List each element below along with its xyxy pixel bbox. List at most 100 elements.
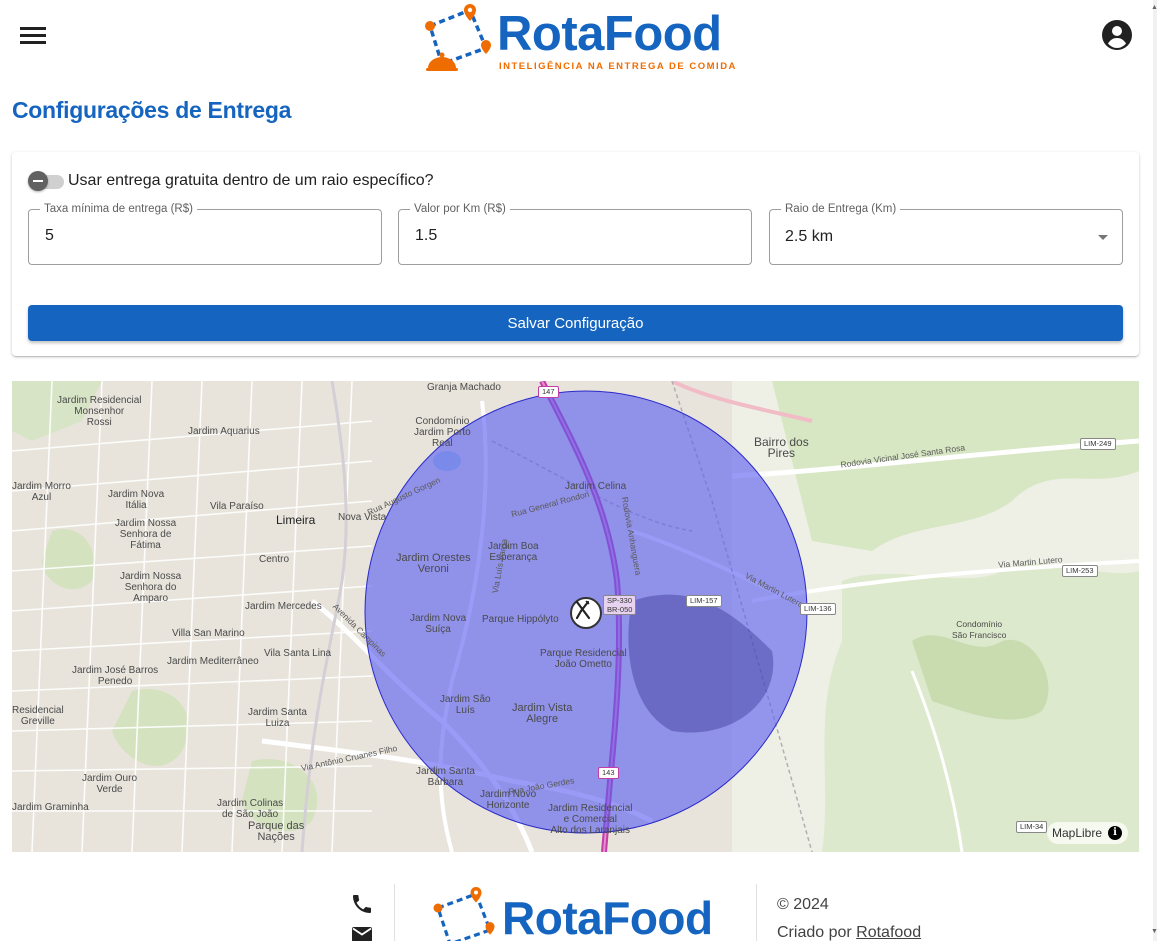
place-label: Jardim Residencial Monsenhor Rossi	[57, 395, 142, 428]
map-route-shield: LIM-34	[1016, 821, 1048, 833]
restaurant-marker[interactable]	[570, 597, 602, 629]
map-label-place: Jardim Nossa Senhora de Fátima	[115, 518, 176, 551]
radius-select[interactable]: Raio de Entrega (Km) 2.5 km	[769, 201, 1123, 265]
map-label-place: Jardim Nossa Senhora do Amparo	[120, 571, 181, 604]
delivery-map[interactable]: Jardim Residencial Monsenhor Rossi Jardi…	[12, 381, 1139, 852]
map-label-place: Jardim Graminha	[12, 802, 89, 813]
shield-label: LIM-157	[690, 596, 718, 605]
email-icon[interactable]	[350, 922, 374, 941]
scroll-down-arrow-icon[interactable]: ▼	[1151, 928, 1157, 936]
map-label-city: Limeira	[276, 513, 316, 527]
phone-icon[interactable]	[350, 892, 374, 916]
map-label-place: Jardim Vista Alegre	[512, 703, 572, 725]
map-label-place: Centro	[259, 554, 289, 565]
vertical-scrollbar[interactable]	[1153, 0, 1157, 941]
min-fee-label: Taxa mínima de entrega (R$)	[40, 201, 197, 217]
footer-credit-prefix: Criado por	[777, 924, 857, 941]
app-header: RotaFood INTELIGÊNCIA NA ENTREGA DE COMI…	[0, 0, 1157, 72]
map-label-place: Condomínio São Francisco	[952, 619, 1006, 641]
route-pin-icon	[425, 4, 491, 71]
map-label-place: Jardim Colinas de São João	[217, 798, 283, 820]
shield-label: BR-050	[607, 605, 633, 614]
map-label-place: Parque das Nações	[248, 821, 304, 843]
footer-divider	[394, 884, 395, 941]
place-label: Jardim Mediterrâneo	[167, 656, 259, 667]
map-route-shield: LIM-136	[800, 603, 836, 615]
place-label: Granja Machado	[427, 382, 501, 393]
attribution-text: MapLibre	[1052, 826, 1103, 840]
min-fee-input[interactable]	[45, 227, 345, 245]
place-label: Jardim José Barros Penedo	[72, 665, 159, 687]
place-label: Jardim Ouro Verde	[82, 773, 138, 795]
map-route-shield: 143	[598, 767, 619, 779]
place-label: Bairro dos Pires	[754, 435, 809, 460]
place-label: Vila Santa Lina	[264, 648, 332, 659]
account-button[interactable]	[1100, 18, 1134, 52]
page-title: Configurações de Entrega	[12, 97, 292, 123]
place-label: Limeira	[276, 513, 316, 527]
brand-name: RotaFood	[497, 7, 722, 61]
shield-label: 147	[542, 387, 555, 396]
map-label-place: Jardim São Luís	[440, 694, 491, 716]
per-km-field[interactable]: Valor por Km (R$)	[398, 201, 752, 265]
map-label-place: Jardim Ouro Verde	[82, 773, 137, 795]
map-label-place: Jardim Celina	[565, 481, 626, 492]
shield-label: SP-330	[607, 596, 633, 605]
place-label: Jardim Vista Alegre	[512, 702, 573, 725]
shield-label: 143	[602, 768, 615, 777]
per-km-input[interactable]	[415, 227, 715, 245]
place-label: Residencial Greville	[12, 705, 64, 727]
min-fee-field[interactable]: Taxa mínima de entrega (R$)	[28, 201, 382, 265]
place-label: Jardim São Luís	[440, 694, 491, 716]
place-label: Jardim Residencial e Comercial Alto dos …	[548, 803, 633, 836]
place-label: Jardim Santa Luiza	[248, 707, 307, 729]
menu-button[interactable]	[16, 18, 50, 52]
free-delivery-toggle-label: Usar entrega gratuita dentro de um raio …	[68, 172, 434, 189]
map-route-shield: SP-330 BR-050	[603, 595, 637, 615]
save-config-button[interactable]: Salvar Configuração	[28, 305, 1123, 341]
footer-brand-name: RotaFood	[502, 892, 713, 941]
place-label: Centro	[259, 554, 290, 565]
place-label: Jardim Nova Suíça	[410, 613, 467, 635]
account-circle-icon	[1102, 20, 1132, 50]
place-label: Condomínio Jardim Porto Real	[414, 416, 471, 449]
place-label: Jardim Colinas de São João	[217, 798, 284, 820]
place-label: Jardim Mercedes	[245, 601, 322, 612]
restaurant-icon	[575, 600, 591, 620]
map-route-shield: LIM-253	[1062, 565, 1098, 577]
footer-brand-logo[interactable]: RotaFood	[432, 886, 732, 941]
scroll-up-arrow-icon[interactable]: ▲	[1151, 4, 1157, 12]
footer-credit: Criado por Rotafood	[777, 924, 921, 941]
radius-label: Raio de Entrega (Km)	[781, 201, 901, 217]
map-label-place: Bairro dos Pires	[754, 435, 809, 460]
footer-credit-link[interactable]: Rotafood	[856, 924, 921, 941]
place-label: Jardim Graminha	[12, 802, 89, 813]
map-label-place: Jardim José Barros Penedo	[72, 665, 158, 687]
map-label-place: Jardim Nova Suíça	[410, 613, 466, 635]
place-label: Villa San Marino	[172, 628, 245, 639]
map-label-place: Jardim Residencial e Comercial Alto dos …	[548, 803, 632, 836]
map-label-place: Nova Vista	[338, 512, 386, 523]
brand-logo[interactable]: RotaFood INTELIGÊNCIA NA ENTREGA DE COMI…	[422, 2, 735, 74]
chevron-down-icon	[1098, 235, 1108, 240]
menu-icon	[20, 27, 46, 44]
map-attribution[interactable]: MapLibre i	[1047, 822, 1129, 844]
place-label: Jardim Nossa Senhora do Amparo	[120, 571, 182, 604]
map-label-place: Jardim Mercedes	[245, 601, 322, 612]
shield-label: LIM-253	[1066, 566, 1094, 575]
map-label-place: Parque Residencial João Ometto	[540, 648, 627, 670]
map-label-place: Jardim Nova Itália	[108, 489, 164, 511]
switch-thumb	[28, 171, 48, 191]
info-icon[interactable]: i	[1108, 826, 1123, 840]
map-route-shield: LIM-157	[686, 595, 722, 607]
map-label-place: Vila Paraíso	[210, 501, 264, 512]
map-label-place: Vila Santa Lina	[264, 648, 331, 659]
map-label-place: Jardim Aquarius	[188, 426, 260, 437]
map-label-place: Jardim Santa Luiza	[248, 707, 307, 729]
place-label: Jardim Nova Itália	[108, 489, 165, 511]
place-label: Condomínio São Francisco	[952, 619, 1007, 640]
shield-label: LIM-136	[804, 604, 832, 613]
delivery-settings-card: Usar entrega gratuita dentro de um raio …	[12, 152, 1139, 356]
free-delivery-switch[interactable]	[28, 171, 64, 191]
map-label-place: Villa San Marino	[172, 628, 245, 639]
